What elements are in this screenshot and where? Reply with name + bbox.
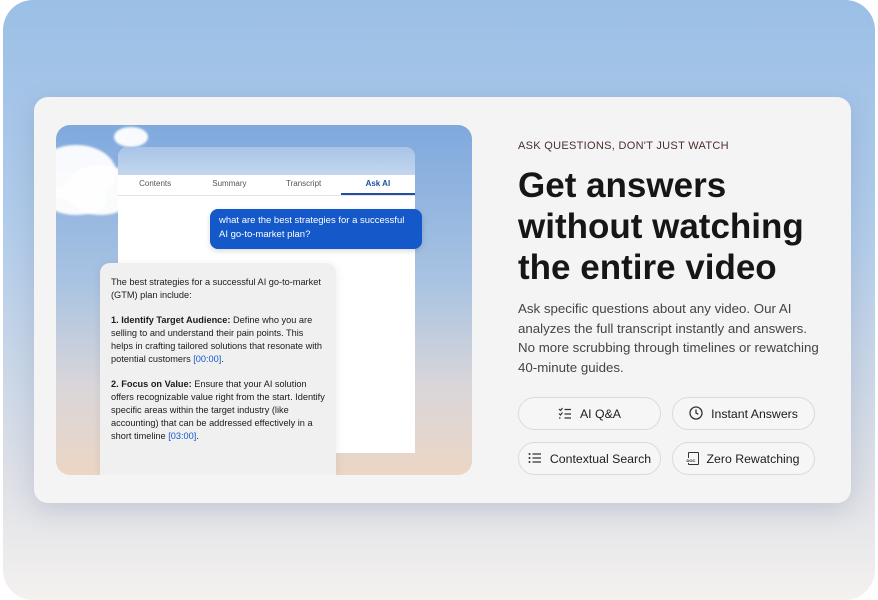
feature-label: AI Q&A — [579, 406, 621, 421]
tab-summary[interactable]: Summary — [192, 175, 266, 195]
clock-icon — [689, 405, 703, 422]
list-icon — [528, 452, 542, 466]
description: Ask specific questions about any video. … — [518, 301, 819, 375]
answer-point: 1. Identify Target Audience: Define who … — [111, 315, 322, 364]
app-header — [118, 147, 415, 175]
user-question-bubble: what are the best strategies for a succe… — [210, 209, 422, 249]
timestamp-link[interactable]: [00:00] — [193, 354, 221, 364]
ai-intro: The best strategies for a successful AI … — [111, 277, 321, 300]
tab-contents[interactable]: Contents — [118, 175, 192, 195]
feature-pill-contextual-search: Contextual Search — [518, 442, 661, 475]
ai-answer-bubble: The best strategies for a successful AI … — [100, 263, 336, 475]
feature-pill-instant-answers: Instant Answers — [672, 397, 815, 430]
eyebrow-text: ASK QUESTIONS, DON'T JUST WATCH — [518, 140, 729, 152]
page-title: Get answers without watching the entire … — [518, 166, 804, 287]
tab-transcript[interactable]: Transcript — [267, 175, 341, 195]
doc-icon: DOC — [686, 452, 699, 465]
page-background: Contents Summary Transcript Ask AI what … — [3, 0, 875, 600]
timestamp-link[interactable]: [03:00] — [168, 431, 196, 441]
tab-bar: Contents Summary Transcript Ask AI — [118, 175, 415, 196]
checklist-icon — [558, 407, 572, 421]
answer-point: 2. Focus on Value: Ensure that your AI s… — [111, 379, 325, 441]
cloud-decoration — [114, 127, 148, 147]
feature-card: Contents Summary Transcript Ask AI what … — [34, 97, 851, 503]
feature-pill-zero-rewatching: DOC Zero Rewatching — [672, 442, 815, 475]
feature-label: Zero Rewatching — [706, 451, 800, 466]
feature-label: Instant Answers — [711, 406, 798, 421]
point-title: 1. Identify Target Audience: — [111, 315, 231, 325]
feature-label: Contextual Search — [549, 451, 652, 466]
feature-pill-ai-qa: AI Q&A — [518, 397, 661, 430]
tab-ask-ai[interactable]: Ask AI — [340, 175, 415, 195]
preview-hero: Contents Summary Transcript Ask AI what … — [56, 125, 472, 475]
point-title: 2. Focus on Value: — [111, 379, 192, 389]
